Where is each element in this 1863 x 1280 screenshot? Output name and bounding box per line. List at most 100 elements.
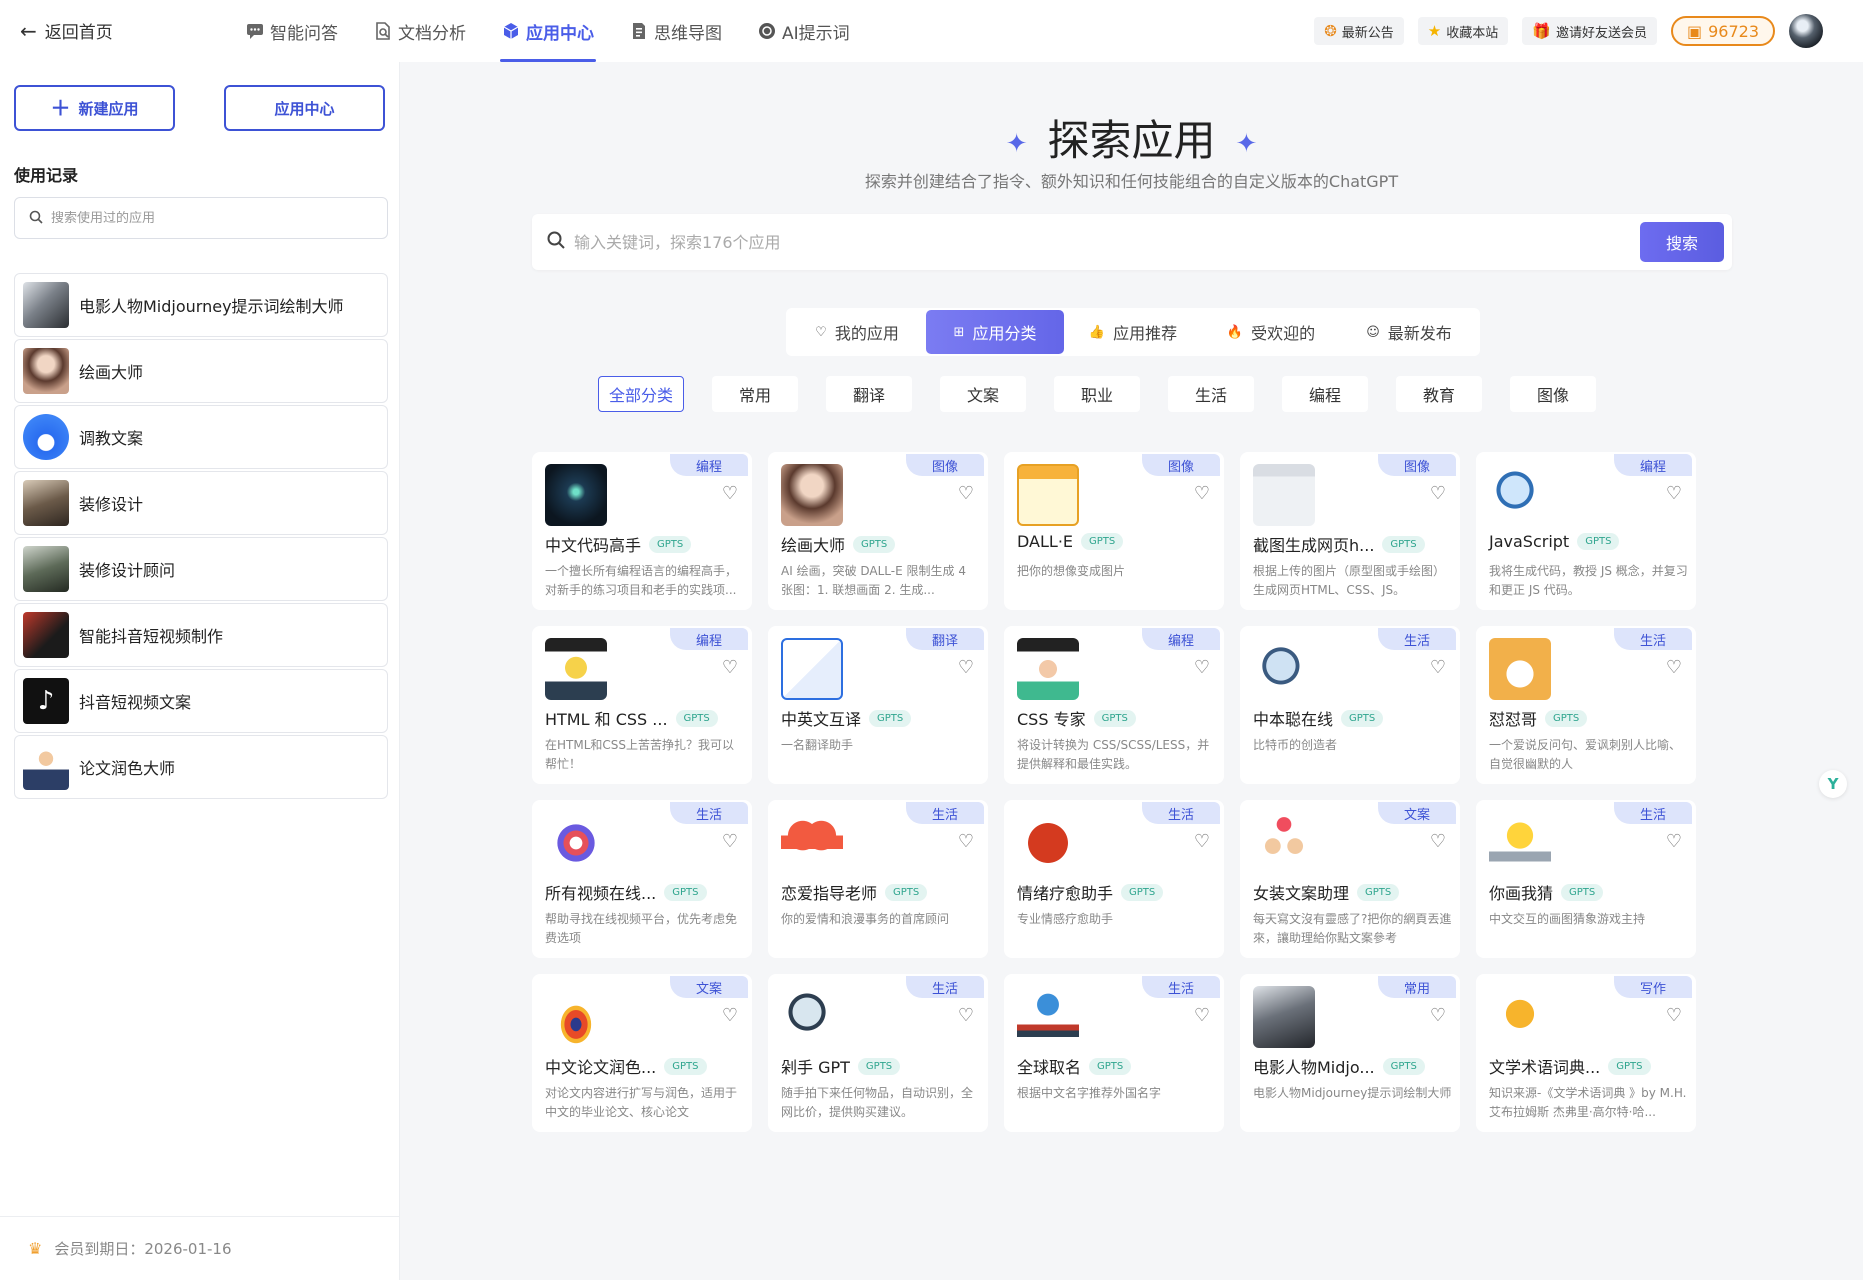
back-home-link[interactable]: ← 返回首页 — [20, 18, 113, 44]
floating-logo-icon[interactable]: Y — [1819, 770, 1847, 798]
wallet-icon: ▣ — [1686, 21, 1703, 41]
user-avatar[interactable] — [1789, 14, 1823, 48]
history-item[interactable]: 电影人物Midjourney提示词绘制大师 — [14, 273, 388, 337]
category-life[interactable]: 生活 — [1168, 376, 1254, 412]
history-search-input[interactable] — [51, 210, 351, 226]
category-translate[interactable]: 翻译 — [826, 376, 912, 412]
favorite-heart-icon[interactable]: ♡ — [1192, 832, 1212, 852]
magnifier-icon — [781, 986, 843, 1048]
app-name: 怼怼哥 — [1489, 710, 1538, 729]
nav-item-ai-prompt[interactable]: AI提示词 — [740, 0, 868, 62]
app-center-button[interactable]: 应用中心 — [224, 85, 385, 131]
app-description: 根据中文名字推荐外国名字 — [1017, 1086, 1162, 1100]
category-education[interactable]: 教育 — [1396, 376, 1482, 412]
favorite-heart-icon[interactable]: ♡ — [1664, 484, 1684, 504]
app-card[interactable]: 编程 ♡ 中文代码高手 GPTS 一个擅长所有编程语言的编程高手，对新手的练习项目和老手… — [532, 452, 752, 610]
history-search — [14, 197, 388, 239]
nav-item-app-center[interactable]: 应用中心 — [484, 0, 612, 62]
nav-item-qa[interactable]: 智能问答 — [228, 0, 356, 62]
app-card[interactable]: 图像 ♡ 截图生成网页h... GPTS 根据上传的图片（原型图或手绘图）生成网页HTM… — [1240, 452, 1460, 610]
favorite-heart-icon[interactable]: ♡ — [720, 484, 740, 504]
favorite-heart-icon[interactable]: ♡ — [720, 658, 740, 678]
app-card[interactable]: 翻译 ♡ 中英文互译 GPTS 一名翻译助手 — [768, 626, 988, 784]
tab-my-apps[interactable]: ♡ 我的应用 — [788, 310, 926, 354]
app-card[interactable]: 生活 ♡ 中本聪在线 GPTS 比特币的创造者 — [1240, 626, 1460, 784]
app-name: 绘画大师 — [781, 536, 846, 555]
app-card[interactable]: 生活 ♡ 全球取名 GPTS 根据中文名字推荐外国名字 — [1004, 974, 1224, 1132]
favorite-heart-icon[interactable]: ♡ — [1664, 1006, 1684, 1026]
app-card[interactable]: 生活 ♡ 恋爱指导老师 GPTS 你的爱情和浪漫事务的首席顾问 — [768, 800, 988, 958]
tab-popular[interactable]: 🔥 受欢迎的 — [1202, 310, 1340, 354]
favorite-heart-icon[interactable]: ♡ — [956, 832, 976, 852]
app-description: 专业情感疗愈助手 — [1017, 912, 1114, 926]
app-card[interactable]: 文案 ♡ 女装文案助理 GPTS 每天寫文沒有靈感了?把你的網頁丟進來，讓助理給你點文案… — [1240, 800, 1460, 958]
app-card[interactable]: 图像 ♡ 绘画大师 GPTS AI 绘画，突破 DALL-E 限制生成 4 张图：1. … — [768, 452, 988, 610]
tab-recommend[interactable]: 👍 应用推荐 — [1064, 310, 1202, 354]
favorite-heart-icon[interactable]: ♡ — [1192, 658, 1212, 678]
app-card[interactable]: 生活 ♡ 情绪疗愈助手 GPTS 专业情感疗愈助手 — [1004, 800, 1224, 958]
favorite-heart-icon[interactable]: ♡ — [720, 1006, 740, 1026]
category-tag: 编程 — [1142, 628, 1220, 650]
page-subtitle: 探索并创建结合了指令、额外知识和任何技能组合的自定义版本的ChatGPT — [864, 172, 1399, 191]
new-app-button[interactable]: ＋ 新建应用 — [14, 85, 175, 131]
gpts-badge: GPTS — [1545, 709, 1588, 727]
history-item[interactable]: 论文润色大师 — [14, 735, 388, 799]
app-card[interactable]: 生活 ♡ 你画我猜 GPTS 中文交互的画图猜象游戏主持 — [1476, 800, 1696, 958]
history-item[interactable]: 智能抖音短视频制作 — [14, 603, 388, 667]
favorite-heart-icon[interactable]: ♡ — [1428, 484, 1448, 504]
app-search-input[interactable] — [574, 232, 1632, 252]
favorite-heart-icon[interactable]: ♡ — [1428, 658, 1448, 678]
app-name-row: 全球取名 GPTS — [1017, 1054, 1132, 1078]
history-title: 使用记录 — [14, 166, 79, 185]
app-card[interactable]: 编程 ♡ CSS 专家 GPTS 将设计转换为 CSS/SCSS/LESS，并提供解释和… — [1004, 626, 1224, 784]
category-all[interactable]: 全部分类 — [598, 376, 684, 412]
announcement-button[interactable]: ❂ 最新公告 — [1314, 17, 1404, 45]
tab-latest[interactable]: ☺ 最新发布 — [1340, 310, 1478, 354]
page-title: ✦ 探索应用 ✦ — [400, 107, 1863, 168]
app-card[interactable]: 编程 ♡ HTML 和 CSS ... GPTS 在HTML和CSS上苦苦挣扎？我可以帮… — [532, 626, 752, 784]
app-card[interactable]: 生活 ♡ 怼怼哥 GPTS 一个爱说反问句、爱讽刺别人比喻、自觉很幽默的人 — [1476, 626, 1696, 784]
category-copywriting[interactable]: 文案 — [940, 376, 1026, 412]
favorite-heart-icon[interactable]: ♡ — [956, 484, 976, 504]
search-button[interactable]: 搜索 — [1640, 222, 1724, 262]
gpts-badge: GPTS — [1121, 883, 1164, 901]
favorite-heart-icon[interactable]: ♡ — [1428, 832, 1448, 852]
thumbs-up-icon: 👍 — [1088, 324, 1106, 340]
gpts-badge: GPTS — [1089, 1057, 1132, 1075]
history-item[interactable]: 调教文案 — [14, 405, 388, 469]
app-card[interactable]: 常用 ♡ 电影人物Midjo... GPTS 电影人物Midjourney提示词绘制大师 — [1240, 974, 1460, 1132]
category-tag: 生活 — [1614, 628, 1692, 650]
favorite-heart-icon[interactable]: ♡ — [1192, 484, 1212, 504]
favorite-heart-icon[interactable]: ♡ — [1664, 658, 1684, 678]
coins-balance[interactable]: ▣ 96723 — [1670, 16, 1775, 46]
nav-item-mindmap[interactable]: 思维导图 — [612, 0, 740, 62]
favorite-heart-icon[interactable]: ♡ — [1664, 832, 1684, 852]
history-item[interactable]: 绘画大师 — [14, 339, 388, 403]
favorite-heart-icon[interactable]: ♡ — [1428, 1006, 1448, 1026]
app-card[interactable]: 文案 ♡ 中文论文润色... GPTS 对论文内容进行扩写与润色，适用于中文的毕业论文、… — [532, 974, 752, 1132]
portrait-icon — [781, 464, 843, 526]
favorite-heart-icon[interactable]: ♡ — [956, 1006, 976, 1026]
category-common[interactable]: 常用 — [712, 376, 798, 412]
category-programming[interactable]: 编程 — [1282, 376, 1368, 412]
category-tag: 生活 — [1378, 628, 1456, 650]
history-item[interactable]: ♪ 抖音短视频文案 — [14, 669, 388, 733]
app-card[interactable]: 编程 ♡ JavaScript GPTS 我将生成代码，教授 JS 概念，并复习和更正 … — [1476, 452, 1696, 610]
bookmark-button[interactable]: ★ 收藏本站 — [1417, 17, 1509, 45]
invite-button[interactable]: 🎁 邀请好友送会员 — [1522, 17, 1657, 45]
app-card[interactable]: 图像 ♡ DALL·E GPTS 把你的想像变成图片 — [1004, 452, 1224, 610]
nav-item-doc[interactable]: 文档分析 — [356, 0, 484, 62]
arrow-left-icon: ← — [20, 18, 37, 43]
history-item[interactable]: 装修设计顾问 — [14, 537, 388, 601]
app-card[interactable]: 写作 ♡ 文学术语词典... GPTS 知识来源-《文学术语词典 》by M.H.艾布拉… — [1476, 974, 1696, 1132]
category-career[interactable]: 职业 — [1054, 376, 1140, 412]
app-card[interactable]: 生活 ♡ 所有视频在线... GPTS 帮助寻找在线视频平台，优先考虑免费选项 — [532, 800, 752, 958]
tab-categories[interactable]: ⊞ 应用分类 — [926, 310, 1064, 354]
favorite-heart-icon[interactable]: ♡ — [956, 658, 976, 678]
favorite-heart-icon[interactable]: ♡ — [720, 832, 740, 852]
app-card[interactable]: 生活 ♡ 剁手 GPT GPTS 随手拍下来任何物品，自动识别，全网比价，提供购买建议。 — [768, 974, 988, 1132]
category-image[interactable]: 图像 — [1510, 376, 1596, 412]
history-item[interactable]: 装修设计 — [14, 471, 388, 535]
favorite-heart-icon[interactable]: ♡ — [1192, 1006, 1212, 1026]
gpts-badge: GPTS — [1341, 709, 1384, 727]
